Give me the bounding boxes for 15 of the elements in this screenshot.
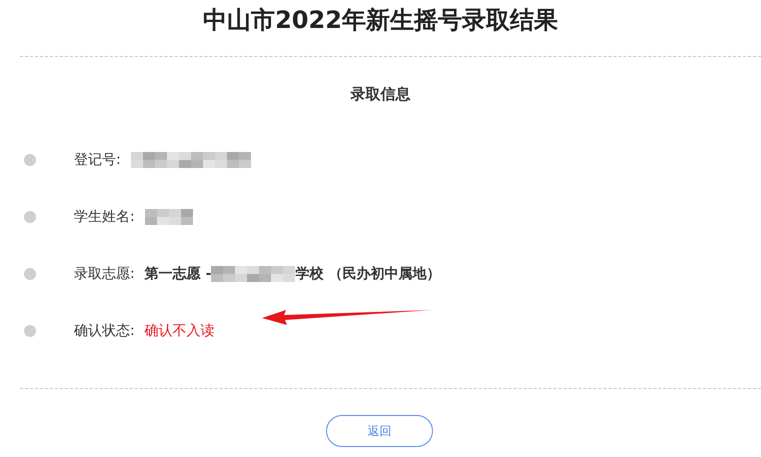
bullet-dot (24, 268, 36, 280)
bullet-dot (24, 325, 36, 337)
section-title: 录取信息 (350, 84, 412, 105)
field-value: 第一志愿 - (144, 264, 212, 284)
pixelated-text-drawing (144, 209, 193, 225)
field-label: 录取志愿: (74, 264, 135, 284)
bullet-dot (24, 211, 36, 223)
page-title: 中山市2022年新生摇号录取结果 (202, 5, 559, 36)
bullet-dot (24, 154, 36, 166)
field-label: 学生姓名: (74, 208, 135, 226)
back-button[interactable]: 返回 (326, 414, 433, 446)
field-label: 登记号: (74, 150, 121, 170)
field-value: 学校 （民办初中属地） (295, 264, 440, 284)
field-label: 确认状态: (74, 322, 135, 340)
status-value: 确认不入读 (144, 322, 215, 340)
